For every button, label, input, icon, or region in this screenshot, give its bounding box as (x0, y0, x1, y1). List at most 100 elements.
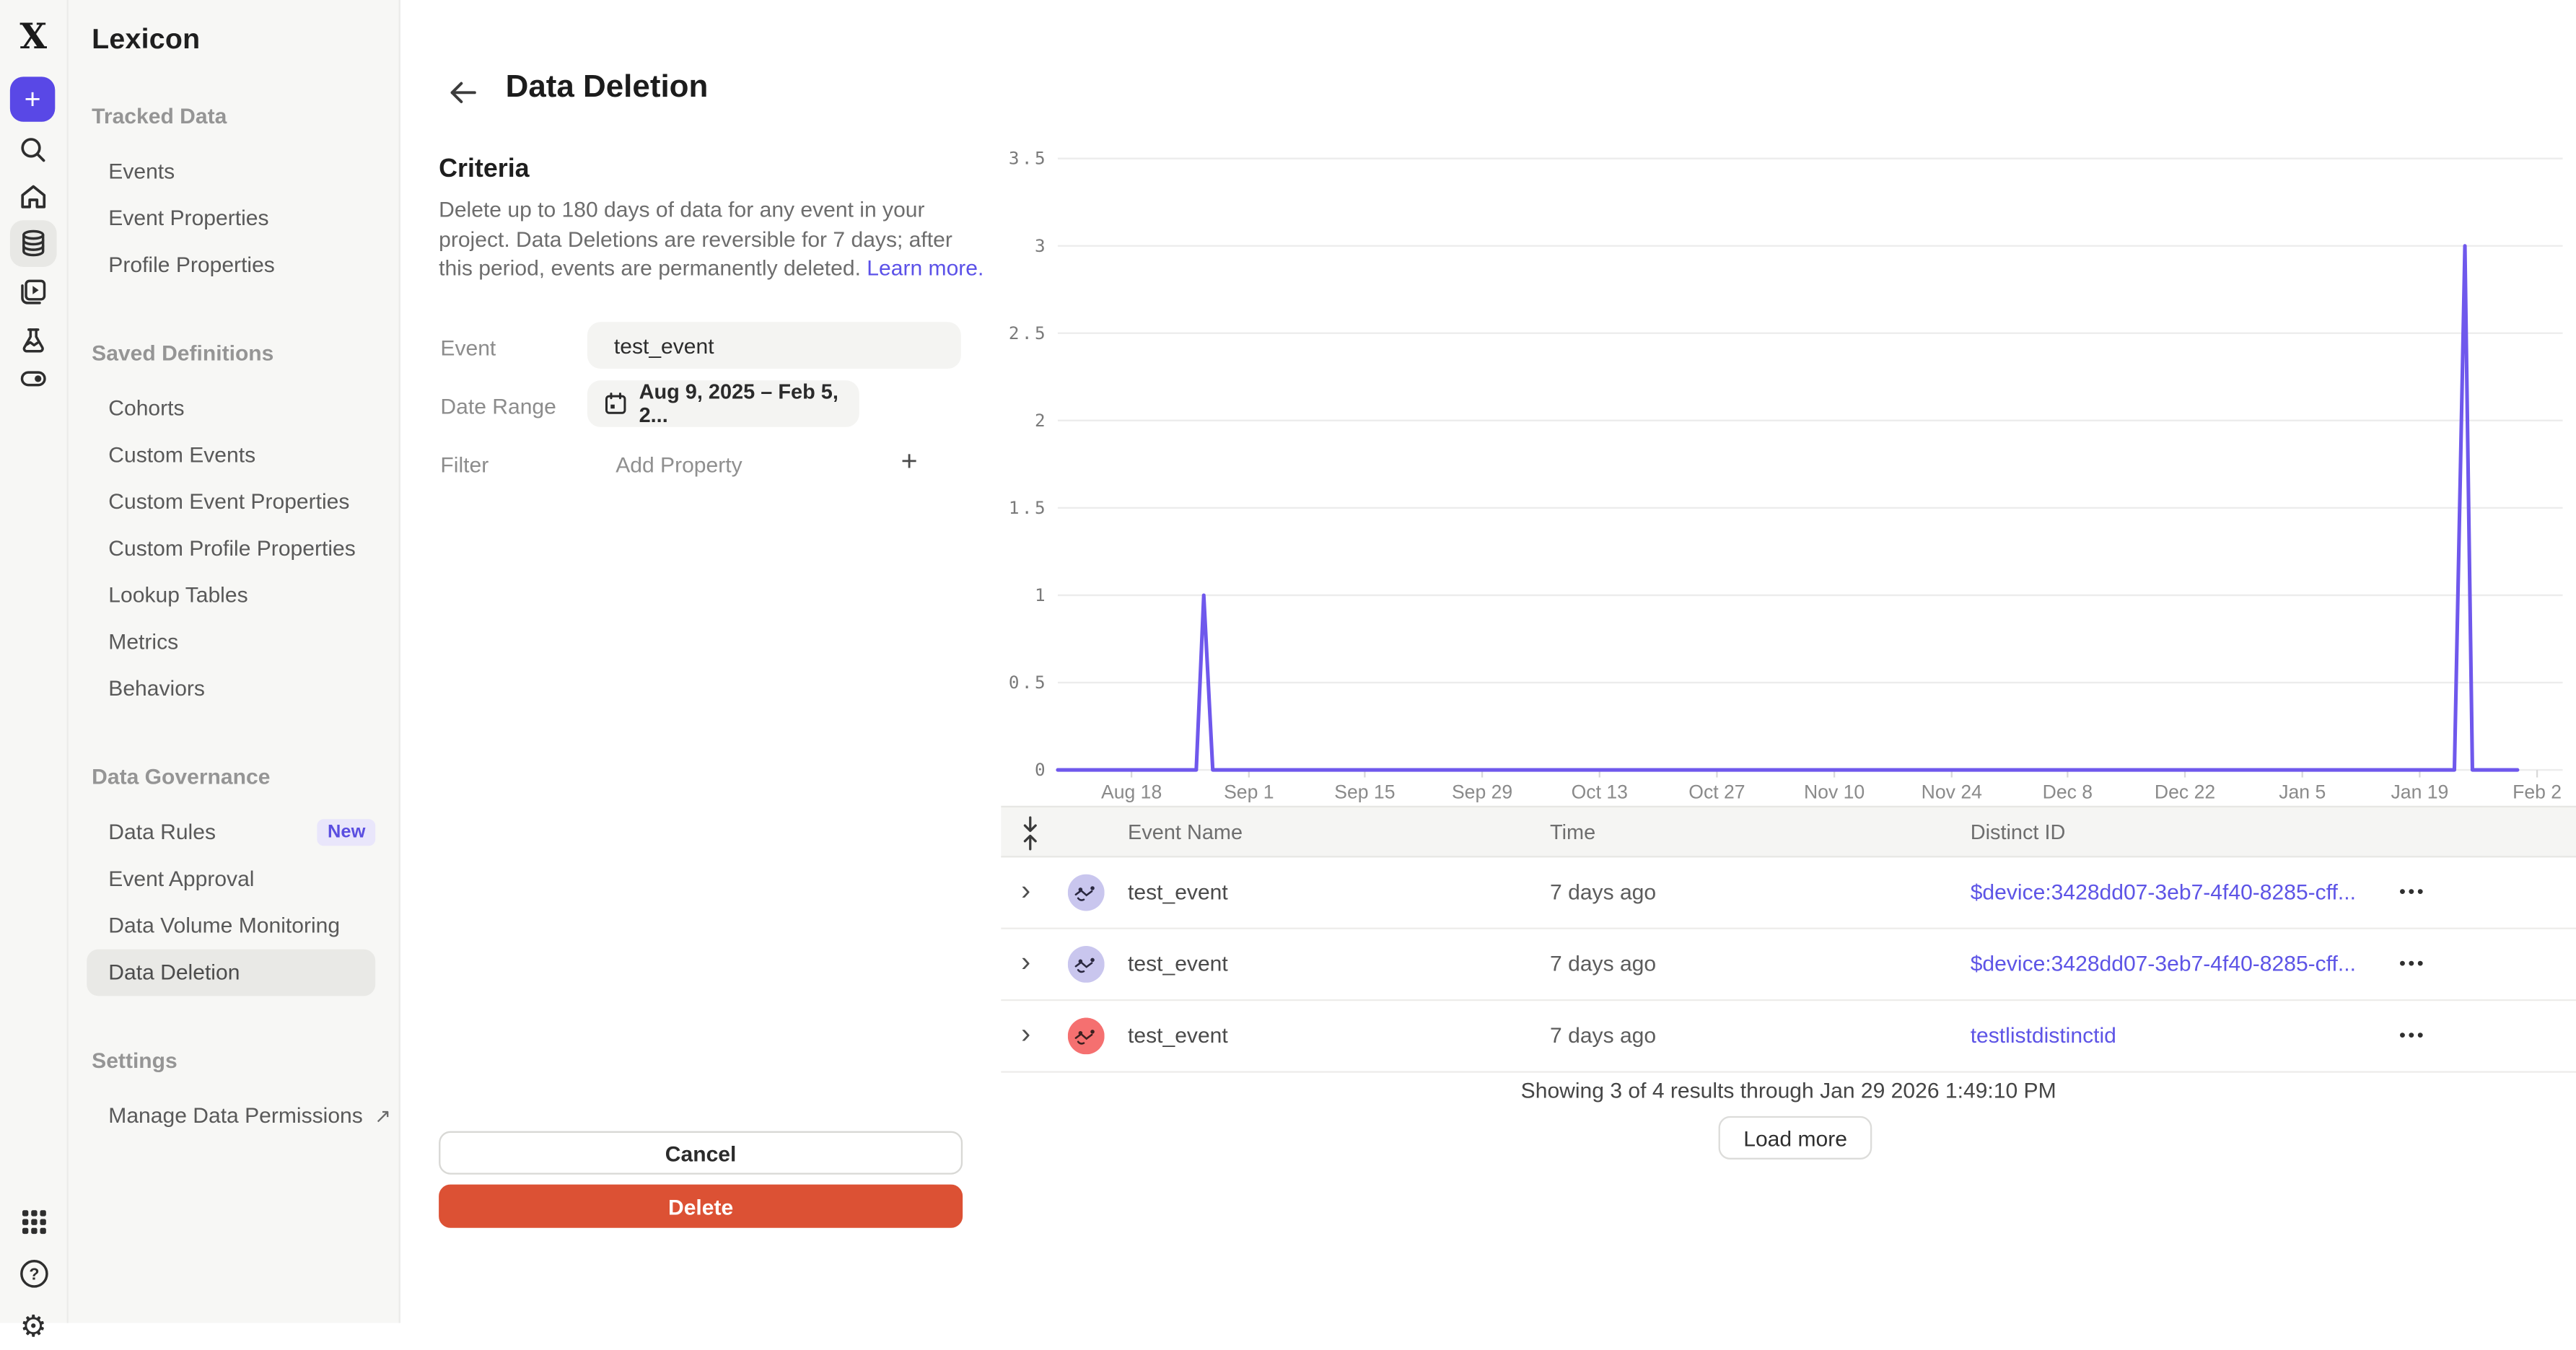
mixpanel-logo-icon: X (12, 13, 55, 56)
sidebar-section-header: Saved Definitions (66, 341, 398, 367)
svg-text:Nov 10: Nov 10 (1804, 781, 1865, 802)
back-button[interactable] (444, 74, 481, 110)
sidebar-item-events[interactable]: Events (87, 149, 375, 196)
add-property-button[interactable]: Add Property (615, 452, 742, 478)
load-more-button[interactable]: Load more (1719, 1116, 1872, 1160)
row-expand-chevron-icon[interactable]: › (1021, 1001, 1030, 1071)
column-header-time[interactable]: Time (1550, 807, 1595, 859)
cancel-button[interactable]: Cancel (439, 1131, 963, 1175)
sidebar-item-lookup-tables[interactable]: Lookup Tables (87, 572, 375, 619)
row-distinct-id-link[interactable]: $device:3428dd07-3eb7-4f40-8285-cff... (1971, 929, 2356, 999)
sidebar-section: Saved DefinitionsCohortsCustom EventsCus… (66, 341, 398, 713)
criteria-heading: Criteria (439, 155, 530, 185)
deletion-preview-chart: 3.532.521.510.50Aug 18Sep 1Sep 15Sep 29O… (1001, 142, 2576, 813)
row-distinct-id-link[interactable]: $device:3428dd07-3eb7-4f40-8285-cff... (1971, 857, 2356, 927)
sidebar-item-custom-events[interactable]: Custom Events (87, 432, 375, 479)
event-select[interactable]: test_event (587, 322, 961, 369)
sidebar-section-header: Settings (66, 1048, 398, 1074)
svg-text:2: 2 (1035, 410, 1048, 431)
row-expand-chevron-icon[interactable]: › (1021, 929, 1030, 999)
sidebar-item-data-volume-monitoring[interactable]: Data Volume Monitoring (87, 903, 375, 950)
sidebar-section-header: Tracked Data (66, 103, 398, 130)
user-avatar (1068, 1017, 1105, 1054)
row-time: 7 days ago (1550, 1001, 1656, 1071)
sidebar-section: Tracked Data EventsEvent PropertiesProfil… (66, 103, 398, 289)
add-property-plus-icon[interactable]: + (894, 447, 924, 478)
svg-text:Jan 19: Jan 19 (2391, 781, 2449, 802)
sidebar-item-label: Manage Data Permissions (108, 1092, 363, 1139)
apps-grid-icon[interactable] (0, 1198, 66, 1245)
sidebar-item-label: Profile Properties (108, 242, 275, 289)
learn-more-link[interactable]: Learn more. (867, 255, 983, 281)
svg-text:3.5: 3.5 (1009, 148, 1048, 169)
expand-collapse-all-icon[interactable] (1021, 816, 1039, 859)
page-title: Data Deletion (506, 70, 709, 107)
svg-text:1.5: 1.5 (1009, 497, 1048, 518)
sidebar-title: Lexicon (66, 0, 398, 57)
svg-text:Sep 29: Sep 29 (1452, 781, 1512, 802)
sidebar-item-custom-event-properties[interactable]: Custom Event Properties (87, 479, 375, 526)
row-event-name: test_event (1128, 857, 1228, 927)
event-field-label: Event (440, 336, 496, 361)
svg-text:Aug 18: Aug 18 (1101, 781, 1162, 802)
sidebar-item-profile-properties[interactable]: Profile Properties (87, 242, 375, 289)
sidebar-item-label: Lookup Tables (108, 572, 247, 619)
svg-text:Dec 8: Dec 8 (2043, 781, 2093, 802)
row-distinct-id-link[interactable]: testlistdistinctid (1971, 1001, 2116, 1071)
search-icon[interactable] (0, 127, 66, 174)
svg-text:Feb 2: Feb 2 (2513, 781, 2562, 802)
row-menu-button[interactable]: ••• (2399, 857, 2426, 927)
help-icon[interactable]: ? (0, 1250, 66, 1297)
sidebar-item-custom-profile-properties[interactable]: Custom Profile Properties (87, 525, 375, 572)
row-event-name: test_event (1128, 929, 1228, 999)
sidebar-nav: Tracked Data EventsEvent PropertiesProfil… (66, 57, 398, 1140)
svg-text:Sep 15: Sep 15 (1334, 781, 1395, 802)
row-menu-button[interactable]: ••• (2399, 1001, 2426, 1071)
data-management-icon[interactable] (0, 220, 66, 267)
sidebar-item-data-rules[interactable]: Data RulesNew (87, 809, 375, 856)
calendar-icon (604, 392, 627, 415)
column-header-distinct-id[interactable]: Distinct ID (1971, 807, 2066, 859)
app-window: X + (0, 0, 2576, 1323)
icon-rail: X + (0, 0, 69, 1323)
sidebar-item-label: Data Rules (108, 809, 216, 856)
sidebar-section: Settings Manage Data Permissions↗ (66, 1048, 398, 1139)
table-row: › test_event 7 days ago testlistdistinct… (1001, 1001, 2576, 1072)
sidebar-item-event-approval[interactable]: Event Approval (87, 856, 375, 903)
row-expand-chevron-icon[interactable]: › (1021, 857, 1030, 927)
svg-text:3: 3 (1035, 235, 1048, 256)
sidebar-item-behaviors[interactable]: Behaviors (87, 666, 375, 713)
sidebar-item-label: Data Volume Monitoring (108, 903, 340, 950)
svg-text:?: ? (28, 1263, 38, 1282)
sidebar-section: Data Governance Data RulesNewEvent Approv… (66, 764, 398, 996)
sidebar-item-label: Metrics (108, 619, 178, 666)
sidebar-item-label: Event Approval (108, 856, 254, 903)
home-icon[interactable] (0, 173, 66, 220)
sidebar-item-metrics[interactable]: Metrics (87, 619, 375, 666)
boards-icon[interactable] (0, 268, 66, 315)
column-header-event-name[interactable]: Event Name (1128, 807, 1243, 859)
row-menu-button[interactable]: ••• (2399, 929, 2426, 999)
filter-field-label: Filter (440, 452, 489, 478)
sidebar-item-manage-data-permissions[interactable]: Manage Data Permissions↗ (87, 1092, 375, 1139)
feature-flags-toggle-icon[interactable] (0, 355, 66, 402)
sidebar-item-label: Events (108, 149, 175, 196)
sidebar-item-event-properties[interactable]: Event Properties (87, 196, 375, 242)
sidebar-item-label: Custom Event Properties (108, 479, 349, 526)
results-table-header: Event Name Time Distinct ID (1001, 806, 2576, 858)
svg-text:Oct 27: Oct 27 (1688, 781, 1745, 802)
date-range-picker[interactable]: Aug 9, 2025 – Feb 5, 2... (587, 380, 859, 427)
sidebar-item-cohorts[interactable]: Cohorts (87, 385, 375, 432)
sidebar-item-data-deletion[interactable]: Data Deletion (87, 950, 375, 996)
lexicon-sidebar: Lexicon Tracked Data EventsEvent Properti… (66, 0, 400, 1323)
svg-text:Sep 1: Sep 1 (1224, 781, 1274, 802)
delete-button[interactable]: Delete (439, 1185, 963, 1228)
external-link-icon: ↗ (374, 1092, 391, 1139)
sidebar-section-header: Data Governance (66, 764, 398, 791)
criteria-description: Delete up to 180 days of data for any ev… (439, 196, 989, 283)
create-plus-button[interactable]: + (10, 76, 55, 121)
results-summary: Showing 3 of 4 results through Jan 29 20… (1001, 1078, 2576, 1103)
table-row: › test_event 7 days ago $device:3428dd07… (1001, 929, 2576, 1001)
settings-gear-icon[interactable]: ⚙ (0, 1303, 66, 1350)
row-event-name: test_event (1128, 1001, 1228, 1071)
